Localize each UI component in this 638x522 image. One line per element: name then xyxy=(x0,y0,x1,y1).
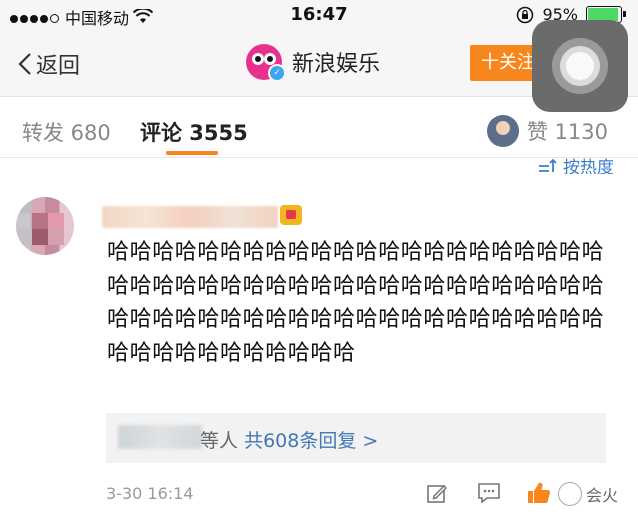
active-tab-indicator xyxy=(166,151,218,155)
account-name: 新浪娱乐 xyxy=(292,52,381,77)
edit-icon[interactable] xyxy=(424,480,450,506)
back-button[interactable]: 返回 xyxy=(18,48,80,80)
comment-text: 哈哈哈哈哈哈哈哈哈哈哈哈哈哈哈哈哈哈哈哈哈哈哈哈哈哈哈哈哈哈哈哈哈哈哈哈哈哈哈哈… xyxy=(107,240,605,366)
sort-icon xyxy=(539,158,557,172)
replier-name-blurred xyxy=(118,425,202,449)
watermark-logo-icon xyxy=(558,482,582,506)
vip-crown-icon xyxy=(280,205,302,225)
watermark: 会火 xyxy=(558,482,618,506)
sort-toggle[interactable]: 按热度 xyxy=(537,156,614,174)
watermark-text: 会火 xyxy=(586,486,619,505)
tab-likes-label: 赞 1130 xyxy=(526,120,608,144)
thumbs-up-icon[interactable] xyxy=(526,480,552,506)
back-label: 返回 xyxy=(36,54,81,79)
replies-box[interactable]: 等人 共608条回复 > xyxy=(106,413,606,463)
comment-footer: 3-30 16:14 xyxy=(106,478,616,508)
sort-label: 按热度 xyxy=(563,157,614,175)
verified-icon: ✓ xyxy=(268,64,286,82)
liker-avatar xyxy=(486,115,519,147)
tab-likes[interactable]: 赞 1130 xyxy=(486,115,608,147)
tab-repost[interactable]: 转发 680 xyxy=(22,117,111,147)
view-replies-link[interactable]: 共608条回复 > xyxy=(244,430,378,452)
chevron-left-icon xyxy=(18,53,31,75)
replies-summary: 等人 共608条回复 > xyxy=(200,426,378,453)
nav-title: ✓ 新浪娱乐 xyxy=(246,44,381,82)
replies-suffix: 等人 xyxy=(200,430,239,452)
sina-ent-logo: ✓ xyxy=(246,44,286,82)
commenter-name-blurred[interactable] xyxy=(102,206,278,228)
assistive-touch-button[interactable] xyxy=(532,20,628,112)
rotation-lock-icon xyxy=(517,6,534,23)
commenter-avatar[interactable] xyxy=(16,197,74,255)
tab-comments[interactable]: 评论 3555 xyxy=(140,117,248,147)
comment-timestamp: 3-30 16:14 xyxy=(106,484,194,503)
comment-icon[interactable] xyxy=(476,480,502,506)
